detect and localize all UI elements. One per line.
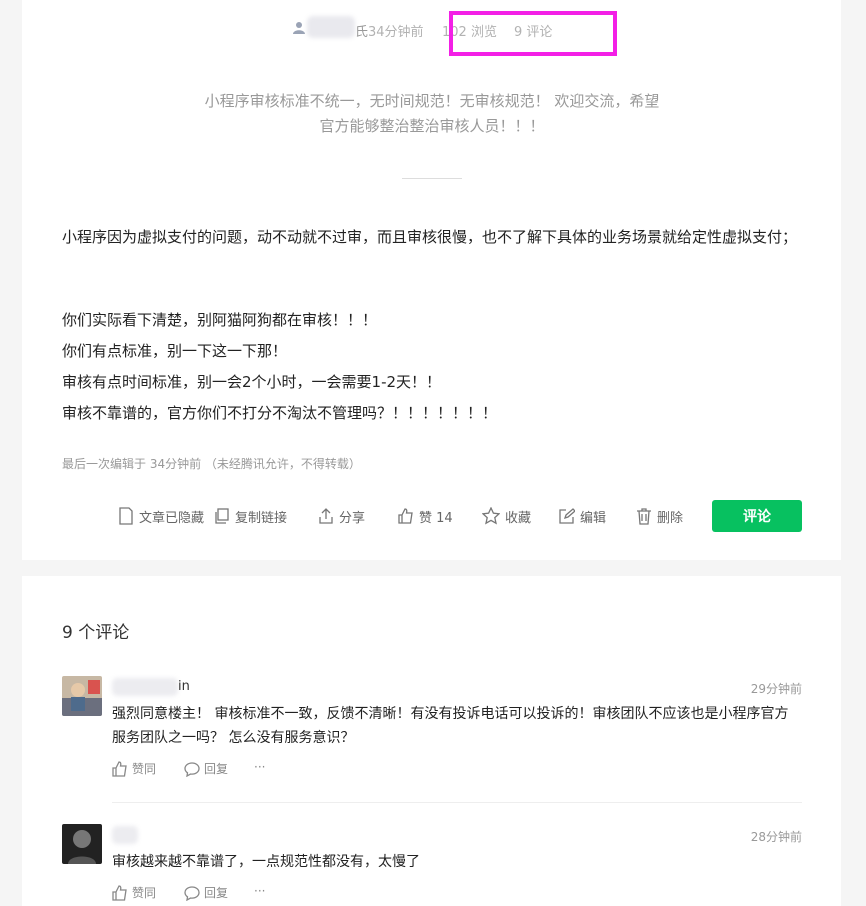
post-line: 审核不靠谱的，官方你们不打分不淘汰不管理吗？！！！！！！！ (62, 404, 498, 422)
post-lines: 你们实际看下清楚，别阿猫阿狗都在审核！！！ 你们有点标准，别一下这一下那！ 审核… (62, 305, 807, 429)
post-paragraph: 小程序因为虚拟支付的问题，动不动就不过审，而且审核很慢，也不了解下具体的业务场景… (62, 228, 798, 246)
post-line: 你们有点标准，别一下这一下那！ (62, 342, 288, 360)
avatar[interactable] (62, 676, 102, 716)
delete-label: 删除 (657, 510, 684, 526)
speech-bubble-icon (184, 885, 200, 901)
comment-actions: 赞同 回复 ··· (112, 884, 412, 904)
edit-note: 最后一次编辑于 34分钟前 （未经腾讯允许，不得转载） (62, 457, 361, 471)
hidden-label: 文章已隐藏 (139, 510, 205, 526)
comment-text: 强烈同意楼主！ 审核标准不一致，反馈不清晰！有没有投诉电话可以投诉的！审核团队不… (112, 706, 789, 746)
highlight-box (449, 11, 617, 56)
share-label: 分享 (339, 510, 366, 526)
delete-button[interactable]: 删除 (636, 506, 683, 526)
edit-button[interactable]: 编辑 (559, 506, 606, 526)
reply-label: 回复 (204, 762, 229, 776)
post-summary: 小程序审核标准不统一，无时间规范！无审核规范！ 欢迎交流，希望官方能够整治整治审… (204, 92, 660, 135)
edit-label: 编辑 (580, 510, 607, 526)
author-name-suffix: 氏 (355, 25, 369, 40)
thumbs-up-icon (112, 760, 127, 777)
agree-label: 赞同 (132, 886, 157, 900)
commenter-name-suffix: in (178, 679, 190, 694)
comment-item: in 29分钟前 强烈同意楼主！ 审核标准不一致，反馈不清晰！有没有投诉电话可以… (62, 676, 802, 786)
more-button[interactable]: ··· (254, 760, 265, 774)
copy-link-label: 复制链接 (235, 510, 288, 526)
comments-title: 9 个评论 (62, 623, 130, 643)
copy-link-button[interactable]: 复制链接 (214, 506, 287, 526)
trash-icon (637, 507, 651, 525)
speech-bubble-icon (184, 761, 200, 777)
post-line: 你们实际看下清楚，别阿猫阿狗都在审核！！！ (62, 311, 378, 329)
avatar[interactable] (62, 824, 102, 864)
like-label: 赞 14 (419, 510, 453, 526)
more-button[interactable]: ··· (254, 884, 265, 898)
share-button[interactable]: 分享 (318, 506, 365, 526)
comment-item: 28分钟前 审核越来越不靠谱了，一点规范性都没有，太慢了 赞同 回复 ··· (62, 824, 802, 904)
commenter-name[interactable] (112, 678, 178, 696)
commenter-name[interactable] (112, 826, 138, 844)
document-icon (119, 507, 133, 525)
post-line: 审核有点时间标准，别一会2个小时，一会需要1-2天！！ (62, 373, 442, 391)
agree-button[interactable]: 赞同 (112, 760, 156, 777)
comments-card: 9 个评论 in 29分钟前 强烈同意楼主！ 审核标准不一致，反馈不清晰！有没有… (22, 576, 841, 906)
star-icon (482, 507, 500, 525)
thumbs-up-icon (112, 884, 127, 901)
divider (402, 178, 462, 179)
post-time: 34分钟前 (368, 25, 424, 40)
comment-time: 29分钟前 (750, 682, 802, 696)
favorite-label: 收藏 (505, 510, 532, 526)
agree-label: 赞同 (132, 762, 157, 776)
favorite-button[interactable]: 收藏 (482, 506, 531, 526)
hidden-status: 文章已隐藏 (118, 506, 204, 526)
user-icon (293, 21, 305, 35)
share-icon (319, 508, 333, 524)
author-name[interactable] (307, 16, 355, 38)
reply-button[interactable]: 回复 (184, 760, 228, 777)
comment-text: 审核越来越不靠谱了，一点规范性都没有，太慢了 (112, 854, 420, 870)
like-button[interactable]: 赞 14 (398, 506, 453, 526)
thumbs-up-icon (398, 508, 413, 524)
copy-icon (215, 508, 229, 524)
post-card: 氏 34分钟前 102 浏览 9 评论 小程序审核标准不统一，无时间规范！无审核… (22, 0, 841, 560)
post-actions: 文章已隐藏 复制链接 分享 赞 14 收藏 编辑 删除 评论 (22, 500, 841, 532)
agree-button[interactable]: 赞同 (112, 884, 156, 901)
comment-divider (112, 802, 802, 803)
comment-actions: 赞同 回复 ··· (112, 760, 412, 780)
edit-icon (559, 508, 575, 524)
reply-label: 回复 (204, 886, 229, 900)
comment-time: 28分钟前 (750, 830, 802, 844)
comment-button[interactable]: 评论 (712, 500, 802, 532)
reply-button[interactable]: 回复 (184, 884, 228, 901)
